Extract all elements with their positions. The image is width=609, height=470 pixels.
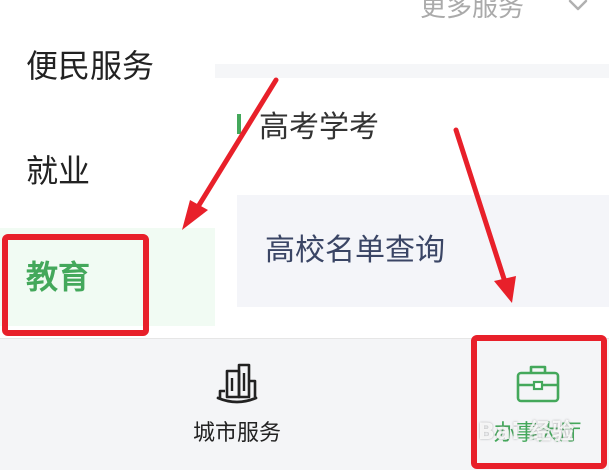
city-buildings-icon — [215, 361, 259, 409]
section-card: 高考学考 高校名单查询 — [215, 78, 609, 338]
sidebar-item-label: 教育 — [26, 258, 91, 296]
more-services-label: 更多服务 — [420, 0, 525, 23]
service-item-label: 高校名单查询 — [265, 233, 445, 268]
sidebar-item-label: 就业 — [26, 152, 91, 190]
section-marker — [237, 114, 241, 134]
briefcase-icon — [513, 361, 563, 409]
screen: 便民服务 就业 教育 更多服务 高考学考 高校名单查询 城市服务 办事大厅 Ba… — [0, 0, 609, 470]
more-services-bar[interactable]: 更多服务 — [215, 0, 609, 64]
chevron-down-icon — [567, 0, 589, 22]
category-sidebar: 便民服务 就业 教育 — [0, 0, 215, 338]
service-content: 更多服务 高考学考 高校名单查询 — [215, 0, 609, 338]
tab-label: 城市服务 — [192, 421, 281, 446]
sidebar-item-education[interactable]: 教育 — [0, 228, 215, 326]
tab-label: 办事大厅 — [493, 421, 582, 446]
section-title: 高考学考 — [259, 110, 379, 145]
sidebar-item-label: 便民服务 — [26, 47, 155, 85]
bottom-tab-bar: 城市服务 办事大厅 — [0, 338, 609, 470]
sidebar-item-convenience[interactable]: 便民服务 — [0, 40, 215, 92]
service-item-college-list[interactable]: 高校名单查询 — [237, 195, 609, 307]
sidebar-item-employment[interactable]: 就业 — [0, 145, 215, 197]
tab-city-services[interactable]: 城市服务 — [157, 339, 317, 470]
tab-service-hall[interactable]: 办事大厅 — [466, 339, 609, 470]
